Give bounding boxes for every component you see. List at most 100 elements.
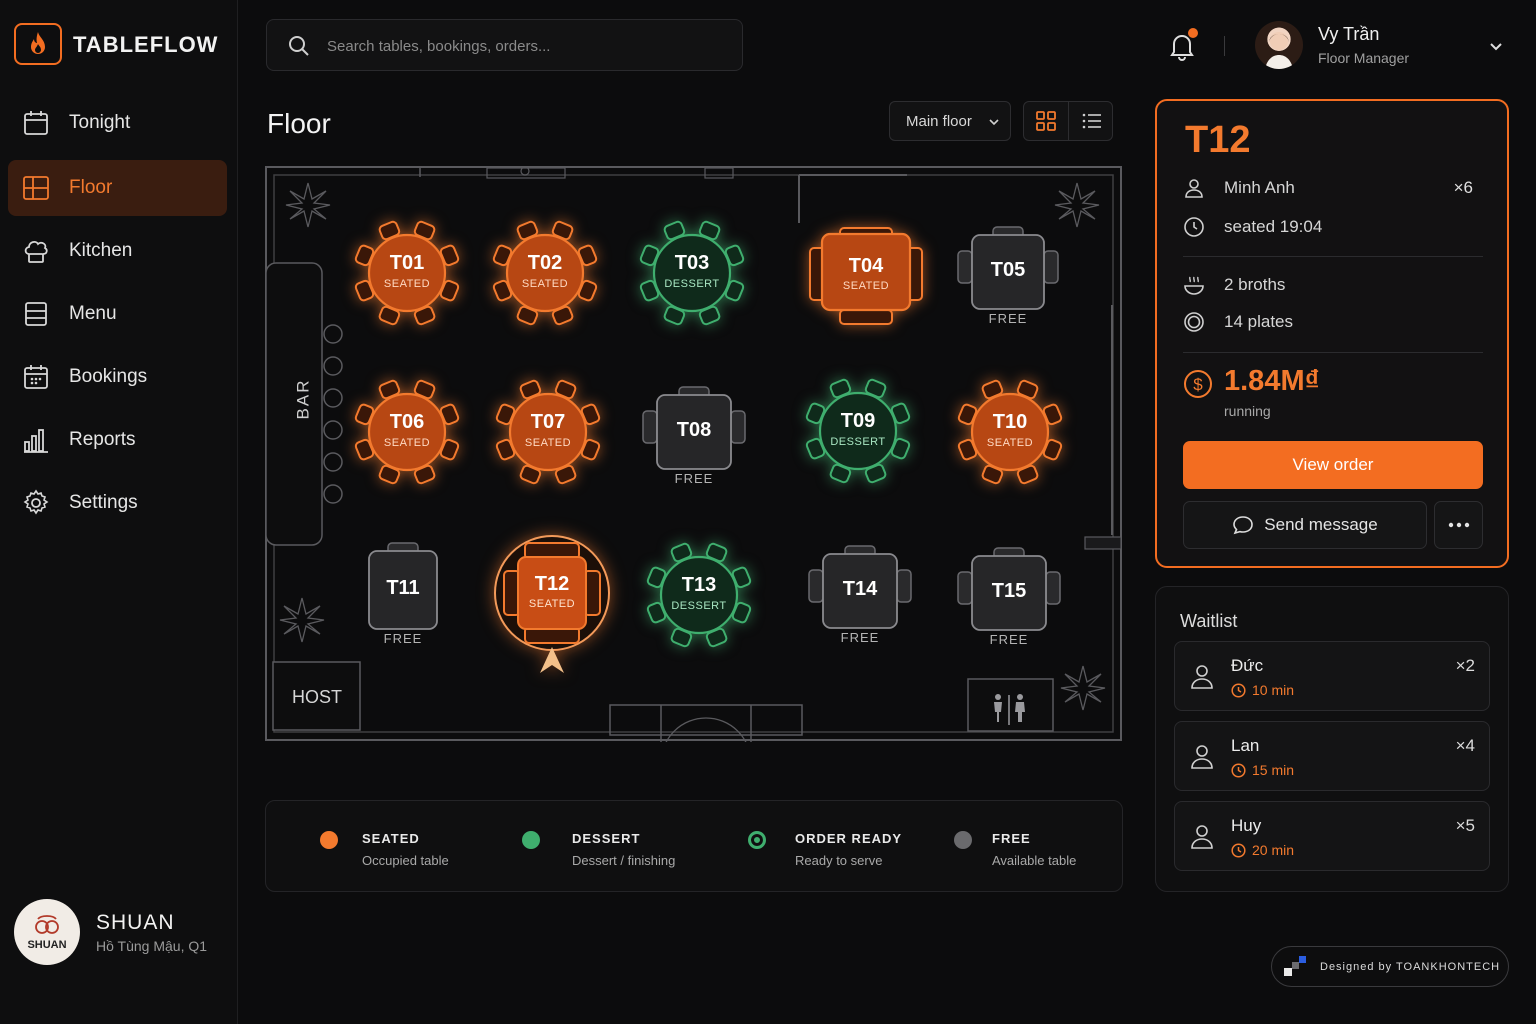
table-t06[interactable]: T06 SEATED [354,379,460,485]
table-name: T07 [530,411,566,433]
legend-dot-order-ready [748,831,766,849]
search-input[interactable] [327,34,727,58]
chevron-down-icon[interactable] [1487,37,1505,55]
waitlist-wait: 10 min [1231,682,1294,698]
user-name: Vy Trần [1318,24,1380,44]
page-title: Floor [267,108,331,139]
designer-logo-icon [1284,956,1306,976]
legend-dot-dessert [522,831,540,849]
table-t12[interactable]: T12 SEATED [493,535,611,675]
waitlist-title: Waitlist [1180,611,1238,631]
table-name: T02 [527,252,563,274]
notification-dot [1188,28,1198,38]
waitlist-wait-text: 15 min [1252,762,1295,778]
avatar[interactable] [1255,21,1303,69]
table-status: FREE [989,632,1029,647]
nav-item-menu[interactable]: Menu [8,286,227,342]
detail-guest-name: Minh Anh [1224,178,1295,197]
legend-title: FREE [992,831,1031,846]
person-icon [1191,745,1213,769]
designer-credit: Designed by TOANKHONTECH [1271,946,1509,987]
table-status: FREE [988,311,1028,326]
nav-label: Reports [69,429,136,450]
waitlist-name: Đức [1231,656,1264,675]
table-name: T10 [992,411,1028,433]
table-t08[interactable]: T08 FREE [642,386,746,486]
legend-title: DESSERT [572,831,641,846]
divider [1183,256,1483,257]
waitlist-party: ×2 [1455,656,1475,675]
legend-desc: Ready to serve [795,853,883,868]
grid-view-button[interactable] [1024,102,1069,140]
waitlist-item[interactable]: Lan ×4 15 min [1174,721,1490,791]
floor-area-select[interactable]: Main floor [889,101,1011,141]
table-name: T06 [389,411,425,433]
table-name: T11 [386,577,420,599]
table-t15[interactable]: T15 FREE [957,547,1061,647]
nav-label: Settings [69,492,138,513]
nav-item-kitchen[interactable]: Kitchen [8,223,227,279]
table-t03[interactable]: T03 DESSERT [639,220,745,326]
floor-area-value: Main floor [906,112,972,130]
nav-item-floor[interactable]: Floor [8,160,227,216]
table-t02[interactable]: T02 SEATED [492,220,598,326]
host-label: HOST [292,687,343,707]
svg-text:$: $ [1193,375,1203,394]
nav-item-settings[interactable]: Settings [8,475,227,531]
table-name: T09 [840,410,876,432]
table-t10[interactable]: T10 SEATED [957,379,1063,485]
legend-dot-free [954,831,972,849]
legend-desc: Occupied table [362,853,449,868]
table-t13[interactable]: T13 DESSERT [646,542,752,648]
table-name: T08 [676,419,712,441]
detail-plates: 14 plates [1224,312,1293,331]
avatar-portrait [1265,32,1293,69]
waitlist-wait: 20 min [1231,842,1294,858]
soup-bowl-icon [1184,276,1204,295]
nav-label: Bookings [69,366,148,387]
person-icon [1191,665,1213,689]
nav-item-bookings[interactable]: Bookings [8,349,227,405]
search-box[interactable] [266,19,743,71]
clock-icon [1231,842,1246,858]
table-t14[interactable]: T14 FREE [808,545,912,645]
view-order-button[interactable]: View order [1183,441,1483,489]
table-t01[interactable]: T01 SEATED [354,220,460,326]
table-t07[interactable]: T07 SEATED [495,379,601,485]
waitlist-item[interactable]: Đức ×2 10 min [1174,641,1490,711]
legend-dot-seated [320,831,338,849]
table-t04[interactable]: T04 SEATED [809,227,923,325]
table-name: T03 [674,252,710,274]
table-name: T04 [848,255,884,277]
nav-item-tonight[interactable]: Tonight [8,95,227,151]
waitlist-item[interactable]: Huy ×5 20 min [1174,801,1490,871]
menu-icon [25,302,47,326]
table-name: T14 [842,578,878,600]
waitlist-name: Lan [1231,736,1260,755]
table-status: DESSERT [671,600,727,612]
grid-view-icon [1036,111,1056,131]
view-toggle [1023,101,1113,141]
nav-item-reports[interactable]: Reports [8,412,227,468]
chevron-down-icon [989,119,999,126]
table-status: SEATED [383,437,431,449]
waitlist-party: ×5 [1455,816,1475,835]
table-t05[interactable]: T05 FREE [957,226,1059,326]
table-t11[interactable]: T11 FREE [368,542,438,646]
calendar-icon [24,111,48,135]
nav-label: Kitchen [69,240,133,261]
chat-bubble-icon [1233,516,1254,535]
search-icon [289,36,309,56]
divider [1183,352,1483,353]
person-icon [1191,825,1213,849]
legend: SEATED Occupied table DESSERT Dessert / … [265,800,1123,892]
floor-plan: BAR HOST T01 SEATED T02 SEATED T03 DESSERT … [265,165,1122,742]
waitlist-wait: 15 min [1231,762,1294,778]
table-detail-card: T12 Minh Anh ×6 seated 19:04 2 broths 14… [1155,99,1509,568]
table-t09[interactable]: T09 DESSERT [805,378,911,484]
send-message-button[interactable]: Send message [1183,501,1427,549]
legend-desc: Available table [992,853,1077,868]
detail-broths: 2 broths [1224,275,1286,294]
more-options-button[interactable] [1434,501,1483,549]
list-view-button[interactable] [1069,102,1114,140]
